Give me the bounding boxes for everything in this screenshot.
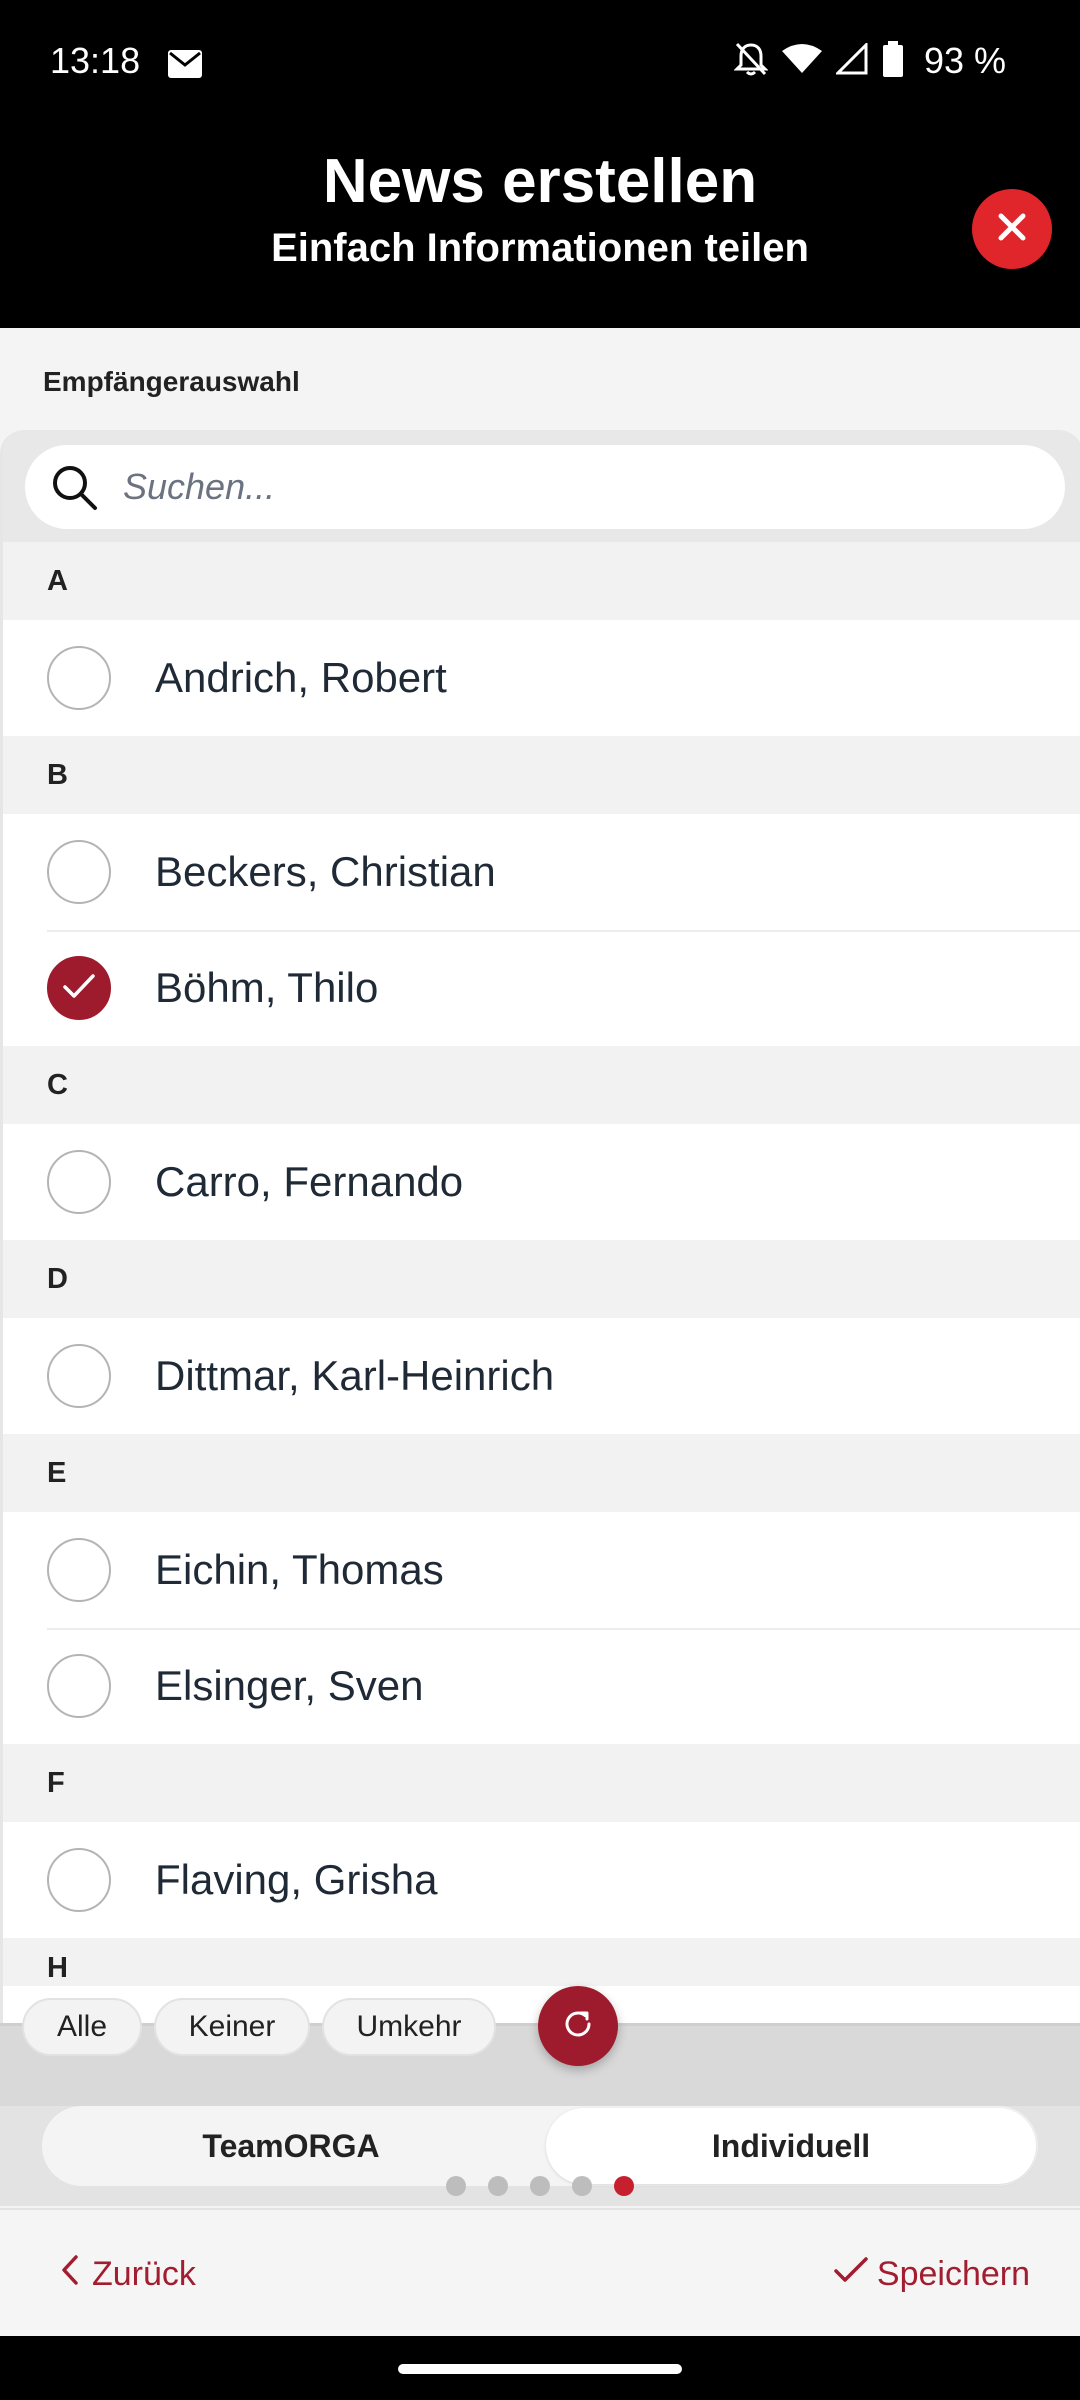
select-radio-checked[interactable] — [47, 956, 111, 1020]
page-dot — [488, 2176, 508, 2196]
save-button[interactable]: Speichern — [833, 2210, 1030, 2338]
search-box[interactable] — [25, 445, 1065, 529]
invert-selection-button[interactable]: Umkehr — [322, 1998, 496, 2056]
wifi-icon — [781, 43, 822, 80]
search-input[interactable] — [121, 465, 1025, 509]
list-item[interactable]: Dittmar, Karl-Heinrich — [3, 1318, 1080, 1434]
chevron-left-icon — [60, 2254, 80, 2295]
system-nav-bar — [0, 2336, 1080, 2400]
checkmark-icon — [61, 971, 97, 1006]
search-bar — [3, 430, 1080, 542]
page-subtitle: Einfach Informationen teilen — [271, 226, 809, 270]
mail-icon — [168, 50, 202, 83]
select-radio[interactable] — [47, 1654, 111, 1718]
person-name: Beckers, Christian — [155, 848, 496, 895]
refresh-icon — [561, 2007, 595, 2046]
select-all-button[interactable]: Alle — [22, 1998, 142, 2056]
person-name: Eichin, Thomas — [155, 1546, 444, 1593]
close-icon — [997, 212, 1027, 247]
page-dot — [572, 2176, 592, 2196]
select-radio[interactable] — [47, 840, 111, 904]
select-none-button[interactable]: Keiner — [154, 1998, 310, 2056]
battery-icon — [882, 40, 904, 82]
select-radio[interactable] — [47, 646, 111, 710]
refresh-button[interactable] — [538, 1986, 618, 2066]
recipient-rows: A Andrich, Robert B Beckers, Christian B… — [3, 542, 1080, 1986]
close-button[interactable] — [972, 189, 1052, 269]
status-icons: 93 % — [733, 40, 1006, 82]
quick-select-bar: Alle Keiner Umkehr — [0, 1986, 1080, 2106]
save-label: Speichern — [876, 2254, 1030, 2293]
select-radio[interactable] — [47, 1150, 111, 1214]
tab-individuell[interactable]: Individuell — [546, 2108, 1036, 2184]
back-label: Zurück — [92, 2254, 196, 2293]
group-header-d: D — [3, 1240, 1080, 1318]
page-dot — [446, 2176, 466, 2196]
status-bar: 13:18 93 % — [0, 0, 1080, 130]
person-name: Böhm, Thilo — [155, 964, 379, 1011]
home-handle[interactable] — [398, 2364, 682, 2374]
group-header-h: H — [3, 1938, 1080, 1986]
status-time: 13:18 — [50, 40, 141, 81]
group-header-e: E — [3, 1434, 1080, 1512]
list-item[interactable]: Elsinger, Sven — [3, 1628, 1080, 1744]
select-radio[interactable] — [47, 1344, 111, 1408]
person-name: Dittmar, Karl-Heinrich — [155, 1352, 555, 1399]
back-button[interactable]: Zurück — [60, 2210, 196, 2338]
recipient-list-panel: A Andrich, Robert B Beckers, Christian B… — [0, 430, 1080, 2030]
section-label: Empfängerauswahl — [43, 366, 300, 397]
group-header-c: C — [3, 1046, 1080, 1124]
group-header-f: F — [3, 1744, 1080, 1822]
person-name: Flaving, Grisha — [155, 1856, 438, 1903]
list-item[interactable]: Böhm, Thilo — [3, 930, 1080, 1046]
search-icon — [49, 462, 99, 512]
page-title: News erstellen — [322, 147, 758, 216]
checkmark-icon — [833, 2255, 869, 2294]
list-item[interactable]: Andrich, Robert — [3, 620, 1080, 736]
select-radio[interactable] — [47, 1848, 111, 1912]
list-item[interactable]: Eichin, Thomas — [3, 1512, 1080, 1628]
page-dot — [530, 2176, 550, 2196]
person-name: Elsinger, Sven — [155, 1662, 424, 1709]
list-item[interactable]: Carro, Fernando — [3, 1124, 1080, 1240]
bell-off-icon — [733, 41, 769, 82]
group-header-b: B — [3, 736, 1080, 814]
mode-segmented-control: TeamORGA Individuell — [42, 2106, 1038, 2186]
list-item[interactable]: Flaving, Grisha — [3, 1822, 1080, 1938]
page-header: News erstellen Einfach Informationen tei… — [0, 130, 1080, 328]
page-dot-active — [614, 2176, 634, 2196]
footer-bar: Zurück Speichern — [0, 2208, 1080, 2338]
list-item[interactable]: Beckers, Christian — [3, 814, 1080, 930]
battery-percent: 93 % — [923, 40, 1006, 81]
person-name: Andrich, Robert — [155, 654, 447, 701]
tab-teamorga[interactable]: TeamORGA — [42, 2108, 540, 2184]
select-radio[interactable] — [47, 1538, 111, 1602]
signal-icon — [834, 40, 868, 80]
page-indicator — [446, 2176, 634, 2196]
person-name: Carro, Fernando — [155, 1158, 464, 1205]
group-header-a: A — [3, 542, 1080, 620]
